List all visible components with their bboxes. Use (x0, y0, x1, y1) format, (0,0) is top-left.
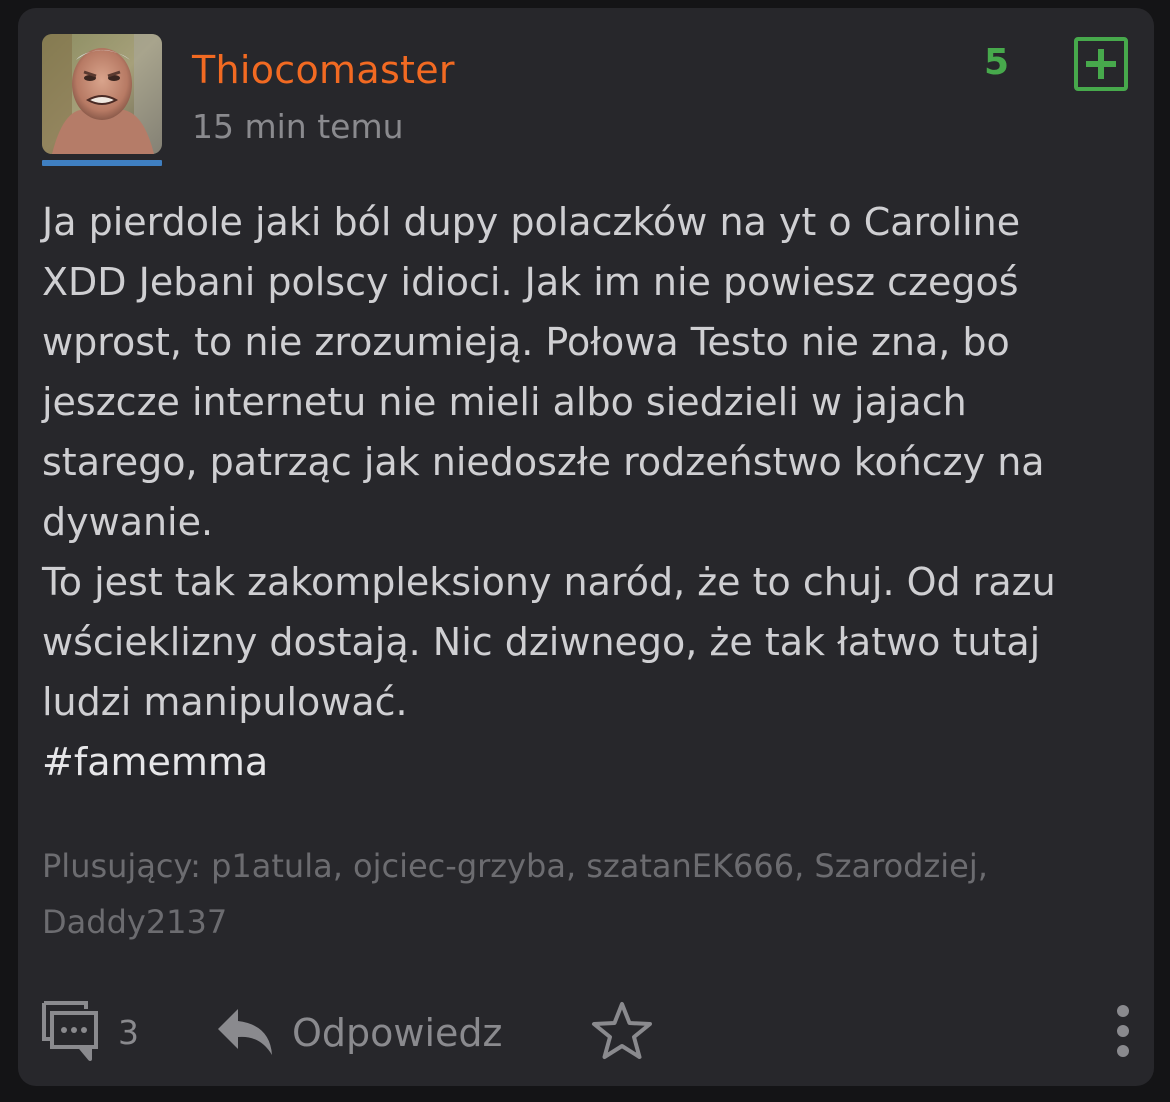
vote-count: 5 (984, 42, 1010, 83)
post-body: Ja pierdole jaki ból dupy polaczków na y… (42, 200, 1056, 724)
post-time: 15 min temu (192, 107, 404, 146)
avatar-rank-bar (42, 160, 162, 166)
star-outline-icon[interactable] (590, 999, 654, 1063)
avatar-container[interactable] (42, 34, 162, 166)
comments-count[interactable]: 3 (118, 1013, 139, 1052)
plus-square-icon (1086, 49, 1116, 79)
username[interactable]: Thiocomaster (192, 48, 455, 92)
reply-label: Odpowiedz (292, 1011, 503, 1055)
upvoters-list[interactable]: Plusujący: p1atula, ojciec-grzyba, szata… (42, 838, 1102, 950)
vertical-dots-icon[interactable] (1108, 1001, 1138, 1061)
upvote-button[interactable] (1074, 37, 1128, 91)
comments-icon[interactable] (40, 999, 102, 1063)
post-card: Thiocomaster 15 min temu 5 Ja pierdole j… (18, 8, 1154, 1086)
avatar[interactable] (42, 34, 162, 154)
reply-arrow-icon (218, 1009, 272, 1055)
action-bar: 3 Odpowiedz (18, 993, 1154, 1073)
hashtag-link[interactable]: #famemma (42, 732, 268, 792)
